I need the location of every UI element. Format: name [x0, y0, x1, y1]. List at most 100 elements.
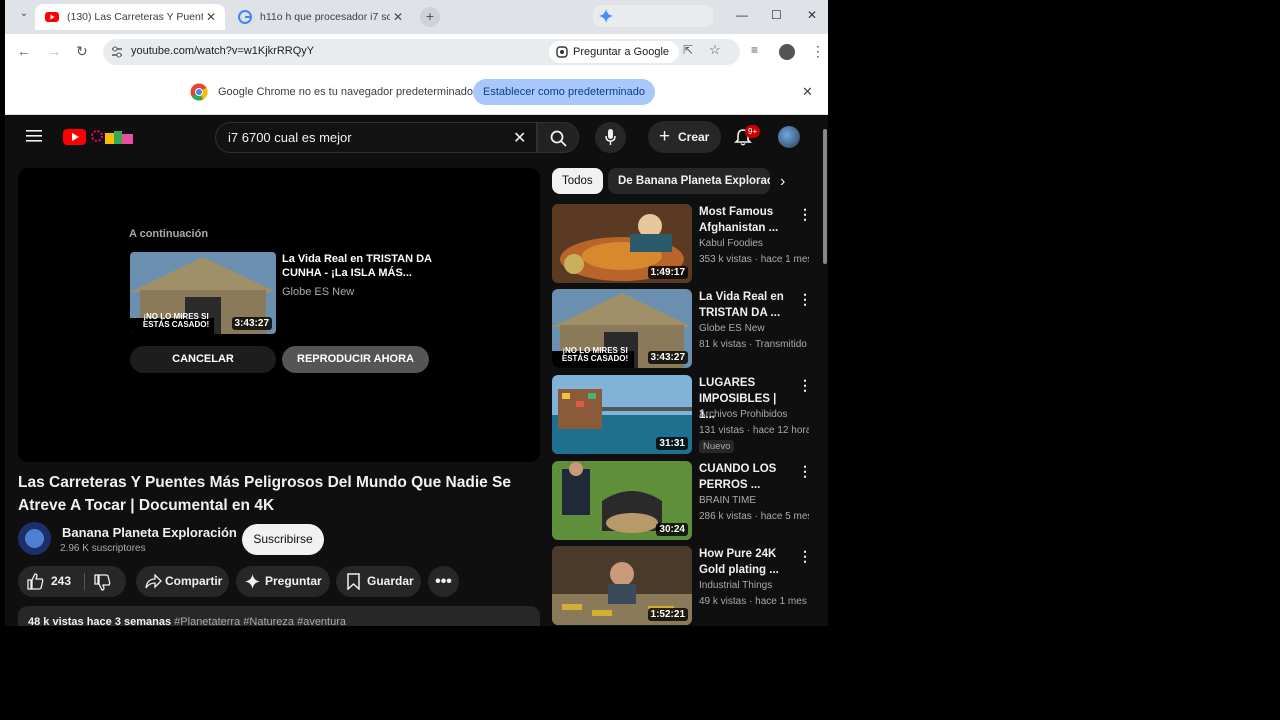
bookmark-star-icon[interactable]: ☆	[709, 42, 721, 58]
site-settings-icon[interactable]	[111, 46, 123, 58]
duration-badge: 3:43:27	[231, 317, 272, 330]
up-next-thumbnail[interactable]: ¡NO LO MIRES SI ESTÁS CASADO! 3:43:27	[130, 252, 276, 334]
search-button[interactable]	[537, 122, 579, 153]
video-title: Las Carreteras Y Puentes Más Peligrosos …	[18, 474, 512, 514]
forward-button[interactable]: →	[47, 43, 61, 59]
thumbs-down-icon[interactable]	[94, 574, 111, 591]
video-title[interactable]: La Vida Real en TRISTAN DA ...	[699, 289, 794, 321]
account-avatar[interactable]	[778, 126, 800, 148]
media-controls-icon[interactable]: ≡	[751, 43, 758, 57]
chrome-menu-icon[interactable]: ⋮	[811, 43, 825, 60]
video-meta: 49 k vistas · hace 1 mes	[699, 596, 807, 607]
recommendation-item[interactable]: ¡NO LO MIRES SI ESTÁS CASADO! 3:43:27 La…	[552, 289, 814, 369]
bookmark-icon	[347, 573, 360, 590]
menu-icon[interactable]	[26, 129, 42, 143]
kebab-menu-icon[interactable]: ⋮	[798, 548, 812, 565]
share-button[interactable]: Compartir	[136, 566, 229, 597]
recommendation-item[interactable]: 31:31 LUGARES IMPOSIBLES | 1... Archivos…	[552, 375, 814, 455]
video-thumbnail[interactable]: 1:52:21	[552, 546, 692, 625]
youtube-icon	[45, 12, 59, 22]
create-button[interactable]: + Crear	[648, 121, 722, 153]
video-thumbnail[interactable]: 1:49:17	[552, 204, 692, 283]
profile-avatar[interactable]	[779, 44, 795, 60]
video-thumbnail[interactable]: 30:24	[552, 461, 692, 540]
chevron-right-icon[interactable]: ›	[780, 173, 785, 191]
close-icon[interactable]: ✕	[203, 10, 219, 24]
search-input[interactable]: i7 6700 cual es mejor ✕	[215, 122, 537, 153]
description-box[interactable]: 48 k vistas hace 3 semanas #Planetaterra…	[18, 606, 540, 626]
tab-google-search[interactable]: h11o h que procesador i7 soporta ✕	[228, 4, 412, 30]
new-tab-button[interactable]: +	[420, 7, 440, 27]
video-player[interactable]: A continuación ¡NO LO MIRES SI ESTÁS CAS…	[18, 168, 540, 462]
tab-title: h11o h que procesador i7 soporta	[260, 11, 390, 23]
save-button[interactable]: Guardar	[336, 566, 421, 597]
browser-window: ⌄ (130) Las Carreteras Y Puentes Más Pel…	[5, 0, 828, 626]
channel-name: Industrial Things	[699, 580, 773, 591]
kebab-menu-icon[interactable]: ⋮	[798, 377, 812, 394]
youtube-logo[interactable]	[63, 127, 135, 146]
maximize-button[interactable]: ☐	[771, 8, 782, 22]
kebab-menu-icon[interactable]: ⋮	[798, 291, 812, 308]
lens-icon	[556, 46, 568, 58]
video-title[interactable]: Most Famous Afghanistan ...	[699, 204, 794, 236]
close-icon[interactable]: ✕	[802, 84, 813, 100]
hashtags[interactable]: #Planetaterra #Natureza #aventura	[174, 616, 346, 626]
scrollbar-thumb[interactable]	[823, 129, 827, 264]
search-query: i7 6700 cual es mejor	[228, 130, 352, 145]
save-label: Guardar	[367, 574, 414, 588]
search-icon	[550, 130, 567, 147]
tab-strip: ⌄ (130) Las Carreteras Y Puentes Más Pel…	[5, 0, 828, 34]
create-label: Crear	[678, 130, 710, 144]
recommendation-item[interactable]: 1:49:17 Most Famous Afghanistan ... Kabu…	[552, 204, 814, 284]
default-browser-infobar: Google Chrome no es tu navegador predete…	[5, 70, 828, 115]
channel-avatar[interactable]	[18, 522, 51, 555]
browser-toolbar: ← → ↻ youtube.com/watch?v=w1KjkrRRQyY Pr…	[5, 34, 828, 70]
video-title[interactable]: CUANDO LOS PERROS ...	[699, 461, 794, 493]
channel-name: Archivos Prohibidos	[699, 409, 788, 420]
duration-badge: 1:52:21	[647, 608, 688, 621]
kebab-menu-icon[interactable]: ⋮	[798, 463, 812, 480]
share-icon	[145, 574, 162, 589]
chip-all[interactable]: Todos	[552, 168, 603, 194]
gemini-button[interactable]	[593, 5, 713, 27]
more-horizontal-icon: •••	[435, 573, 452, 590]
cancel-button[interactable]: CANCELAR	[130, 346, 276, 373]
back-button[interactable]: ←	[17, 43, 31, 59]
infobar-message: Google Chrome no es tu navegador predete…	[218, 86, 473, 98]
thumbnail-overlay-text: ¡NO LO MIRES SI ESTÁS CASADO!	[561, 346, 629, 363]
clear-search-icon[interactable]: ✕	[513, 128, 526, 148]
voice-search-button[interactable]	[595, 122, 626, 153]
reload-button[interactable]: ↻	[76, 43, 88, 60]
video-title[interactable]: How Pure 24K Gold plating ...	[699, 546, 794, 578]
google-icon	[238, 10, 252, 24]
more-actions-button[interactable]: •••	[428, 566, 459, 597]
like-button[interactable]: 243	[18, 566, 83, 597]
close-icon[interactable]: ✕	[390, 10, 406, 24]
tab-youtube[interactable]: (130) Las Carreteras Y Puentes Más Pelig…	[35, 4, 225, 30]
thumbnail-overlay-text: ¡NO LO MIRES SI ESTÁS CASADO!	[142, 312, 210, 329]
description-summary: 48 k vistas hace 3 semanas #Planetaterra…	[28, 616, 346, 626]
minimize-button[interactable]: —	[736, 8, 748, 22]
video-thumbnail[interactable]: 31:31	[552, 375, 692, 454]
masthead: i7 6700 cual es mejor ✕ + Crear 9+	[5, 115, 828, 159]
close-window-button[interactable]: ✕	[807, 8, 817, 22]
new-badge: Nuevo	[699, 440, 735, 453]
video-thumbnail[interactable]: ¡NO LO MIRES SI ESTÁS CASADO! 3:43:27	[552, 289, 692, 368]
install-app-icon[interactable]: ⇱	[683, 43, 693, 57]
plus-icon: +	[659, 126, 671, 147]
address-bar[interactable]: youtube.com/watch?v=w1KjkrRRQyY Pregunta…	[103, 39, 740, 65]
tab-search-button[interactable]: ⌄	[13, 8, 35, 26]
kebab-menu-icon[interactable]: ⋮	[798, 206, 812, 223]
up-next-title[interactable]: La Vida Real en TRISTAN DA CUNHA - ¡La I…	[282, 252, 442, 280]
recommendation-item[interactable]: 1:52:21 How Pure 24K Gold plating ... In…	[552, 546, 814, 626]
duration-badge: 31:31	[656, 437, 688, 450]
play-now-button[interactable]: REPRODUCIR AHORA	[282, 346, 429, 373]
recommendation-item[interactable]: 30:24 CUANDO LOS PERROS ... BRAIN TIME 2…	[552, 461, 814, 541]
channel-name[interactable]: Banana Planeta Exploración	[62, 525, 237, 540]
chip-channel[interactable]: De Banana Planeta Exploración	[608, 168, 770, 194]
channel-name: BRAIN TIME	[699, 495, 757, 506]
set-default-button[interactable]: Establecer como predeterminado	[473, 79, 656, 105]
ask-google-button[interactable]: Preguntar a Google	[549, 41, 680, 63]
ask-button[interactable]: Preguntar	[236, 566, 330, 597]
subscribe-button[interactable]: Suscribirse	[242, 524, 324, 555]
